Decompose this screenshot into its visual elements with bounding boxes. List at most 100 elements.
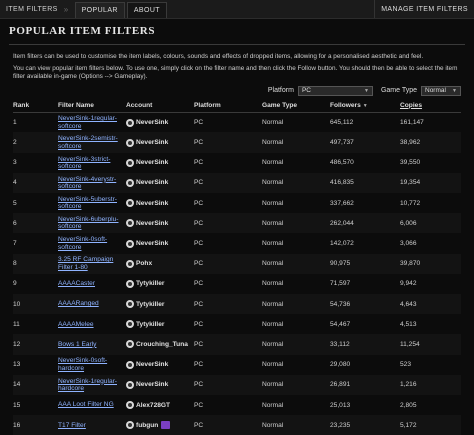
header-followers[interactable]: Followers ▼ (330, 98, 400, 113)
account-link[interactable]: Tytykiller (126, 279, 194, 288)
page-title: Popular Item Filters (9, 25, 156, 37)
account-name: Tytykiller (136, 320, 165, 328)
platform-cell: PC (194, 374, 262, 395)
rank-cell: 8 (13, 253, 58, 274)
copies-cell: 10,772 (400, 199, 421, 207)
platform-cell: PC (194, 132, 262, 153)
filter-name-link[interactable]: NeverSink-0soft-softcore (58, 236, 126, 250)
account-name: Pohx (136, 260, 153, 268)
filter-name-link[interactable]: NeverSink-4verystr-softcore (58, 176, 126, 190)
followers-cell: 90,975 (330, 253, 400, 274)
account-link[interactable]: Crouching_Tuna (126, 340, 194, 349)
platform-cell: PC (194, 240, 204, 247)
filter-name-link[interactable]: 3.25 RF Campaign Filter 1-80 (58, 256, 126, 270)
copies-cell: 161,147 (400, 119, 424, 127)
followers-cell: 645,112 (330, 119, 354, 127)
table-row: 14 NeverSink-1regular-hardcore NeverSink PC… (13, 374, 461, 395)
twitch-icon[interactable] (161, 421, 171, 430)
followers-cell: 262,044 (330, 213, 400, 234)
filter-name-link[interactable]: NeverSink-6uberplu-softcore (58, 216, 126, 230)
account-link[interactable]: NeverSink (126, 158, 194, 167)
filter-controls: Platform PC ▼ Game Type Normal ▼ (13, 85, 461, 97)
game-type-cell: Normal (262, 361, 284, 369)
account-link[interactable]: NeverSink (126, 199, 194, 208)
table-body: 1 NeverSink-1regular-softcore NeverSink PC N… (13, 112, 461, 435)
chevron-down-icon: ▼ (363, 87, 369, 94)
followers-cell: 54,736 (330, 293, 400, 315)
filter-name-link[interactable]: AAAACaster (58, 280, 126, 287)
rank-cell: 7 (13, 240, 17, 247)
platform-cell: PC (194, 213, 262, 234)
account-link[interactable]: NeverSink (126, 219, 194, 228)
account-link[interactable]: Alex728GT (126, 401, 194, 409)
gametype-select-value: Normal (425, 87, 446, 95)
platform-select[interactable]: PC ▼ (297, 85, 373, 96)
filter-name-link[interactable]: NeverSink-2semistr-softcore (58, 135, 126, 149)
account-link[interactable]: Tytykiller (126, 320, 194, 329)
game-type-cell: Normal (262, 401, 284, 409)
game-type-cell: Normal (262, 374, 330, 395)
game-type-cell: Normal (262, 334, 330, 355)
filter-name-link[interactable]: T17 Filter (58, 422, 126, 429)
account-link[interactable]: Tytykiller (126, 300, 194, 309)
account-avatar-icon (126, 219, 134, 228)
platform-cell: PC (194, 415, 262, 435)
filter-name-link[interactable]: NeverSink-1regular-softcore (58, 115, 126, 129)
intro-paragraph-2: You can view popular item filters below.… (13, 64, 458, 81)
rank-cell: 5 (13, 199, 17, 207)
platform-cell: PC (194, 361, 204, 369)
title-divider (9, 44, 465, 45)
copies-cell: 9,942 (400, 280, 417, 288)
rank-cell: 13 (13, 361, 21, 369)
copies-cell: 5,172 (400, 415, 461, 435)
account-link[interactable]: NeverSink (126, 239, 194, 248)
table-row: 3 NeverSink-3strict-softcore NeverSink PC No… (13, 153, 461, 173)
followers-cell: 142,072 (330, 240, 354, 247)
header-platform[interactable]: Platform (194, 98, 262, 113)
table-row: 4 NeverSink-4verystr-softcore NeverSink PC N… (13, 172, 461, 194)
tab-popular[interactable]: Popular (74, 2, 125, 18)
header-game-type[interactable]: Game Type (262, 98, 330, 113)
account-link[interactable]: Pohx (126, 259, 194, 268)
account-link[interactable]: NeverSink (126, 178, 194, 187)
gametype-select[interactable]: Normal ▼ (421, 85, 461, 96)
copies-cell: 4,643 (400, 293, 461, 315)
platform-cell: PC (194, 334, 262, 355)
account-avatar-icon (126, 360, 134, 369)
account-link[interactable]: NeverSink (126, 380, 194, 389)
account-avatar-icon (126, 320, 134, 329)
copies-cell: 38,962 (400, 132, 461, 153)
account-name: NeverSink (136, 240, 169, 247)
account-name: NeverSink (136, 119, 169, 127)
followers-cell: 416,835 (330, 172, 400, 194)
breadcrumb-separator: » (63, 4, 69, 14)
account-link[interactable]: NeverSink (126, 360, 194, 369)
header-filter-name[interactable]: Filter Name (58, 98, 126, 113)
account-avatar-icon (126, 421, 134, 430)
filters-table: Rank Filter Name Account Platform Game T… (13, 98, 461, 435)
manage-item-filters-button[interactable]: Manage Item Filters (374, 0, 474, 18)
filter-name-link[interactable]: AAA Loot Filter NG (58, 401, 126, 408)
account-avatar-icon (126, 279, 134, 288)
account-avatar-icon (126, 239, 134, 248)
filter-name-link[interactable]: AAAAMelee (58, 321, 126, 328)
breadcrumb-item-filters[interactable]: Item Filters (0, 0, 64, 18)
filter-name-link[interactable]: NeverSink-1regular-hardcore (58, 378, 126, 392)
account-link[interactable]: NeverSink (126, 138, 194, 147)
filter-name-link[interactable]: NeverSink-5uberstr-softcore (58, 196, 126, 210)
table-row: 16 T17 Filter fubgun PC Normal 23,235 5,172 (13, 415, 461, 435)
account-link[interactable]: fubgun (126, 421, 194, 430)
account-name: NeverSink (136, 179, 169, 187)
filter-name-link[interactable]: AAAARanged (58, 300, 126, 307)
account-name: NeverSink (136, 159, 169, 167)
filter-name-link[interactable]: NeverSink-3strict-softcore (58, 156, 126, 170)
header-copies[interactable]: Copies (400, 98, 461, 113)
header-account[interactable]: Account (126, 98, 194, 113)
filter-name-link[interactable]: Bows 1 Early (58, 341, 126, 348)
header-rank[interactable]: Rank (13, 98, 58, 113)
account-avatar-icon (126, 138, 134, 147)
account-avatar-icon (126, 300, 134, 309)
tab-about[interactable]: About (126, 2, 167, 18)
account-link[interactable]: NeverSink (126, 118, 194, 127)
filter-name-link[interactable]: NeverSink-0soft-hardcore (58, 357, 126, 371)
